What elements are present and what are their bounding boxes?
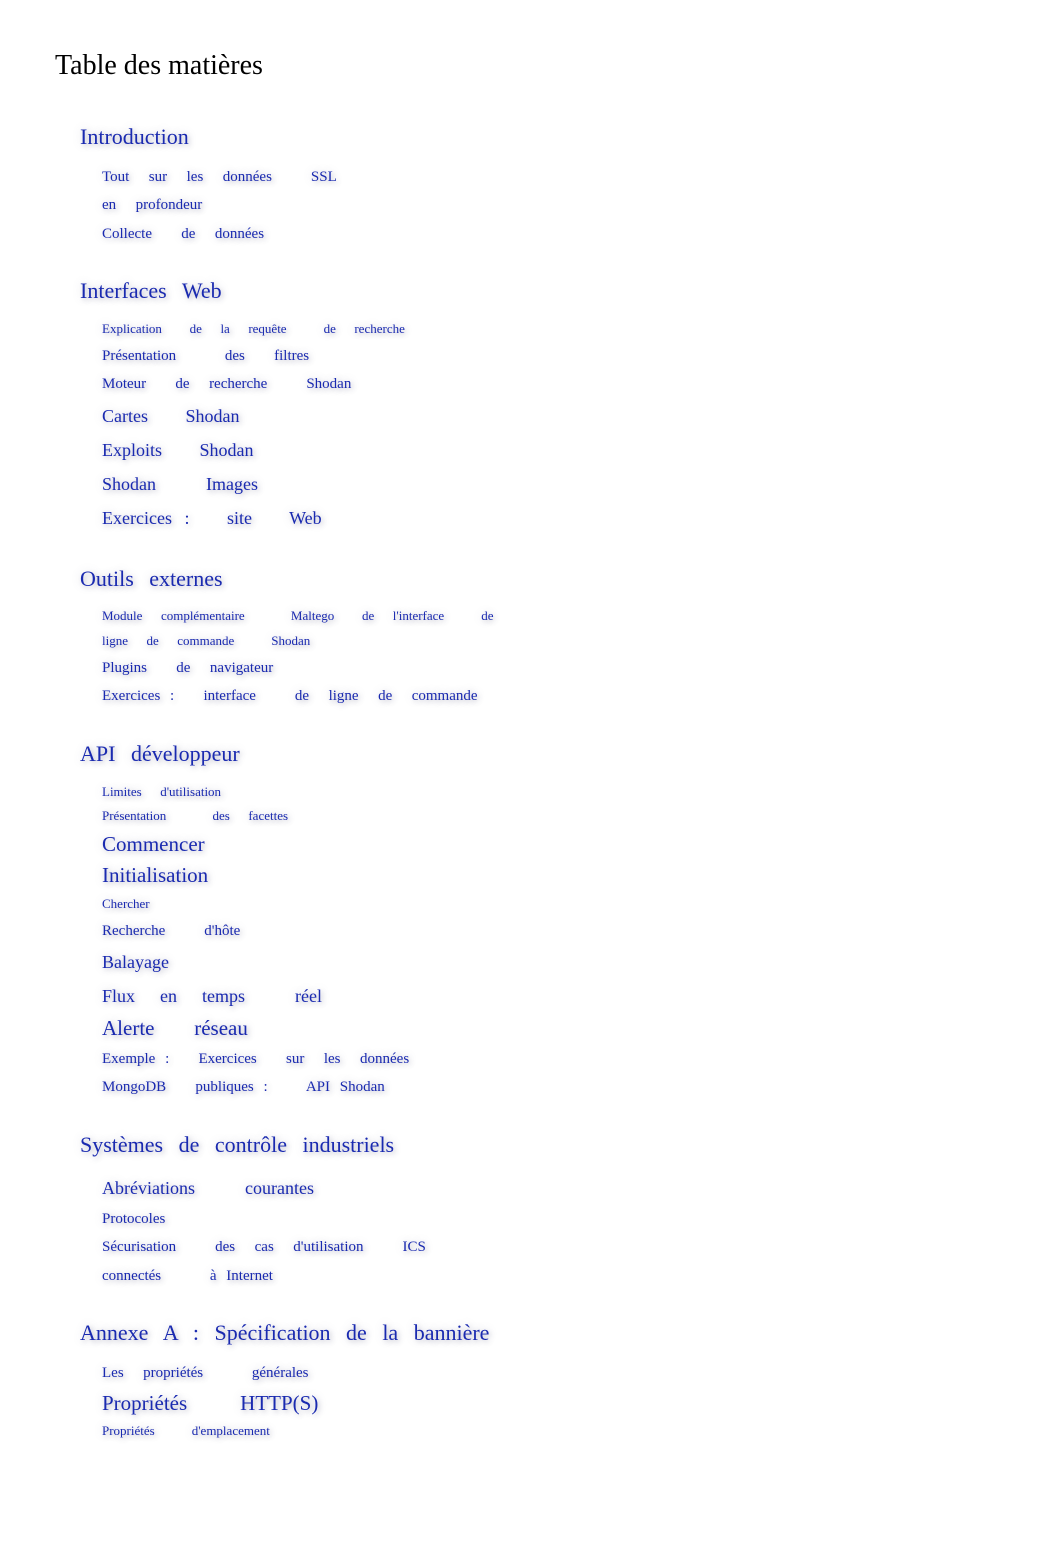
- toc-item[interactable]: Commencer: [102, 829, 205, 861]
- toc-item[interactable]: Exercices : site Web: [102, 501, 322, 535]
- toc-item[interactable]: Exploits Shodan: [102, 433, 254, 467]
- toc-item[interactable]: Présentation des filtres: [102, 342, 309, 371]
- toc-item[interactable]: Balayage: [102, 945, 169, 979]
- toc-item[interactable]: Propriétés HTTP(S): [102, 1388, 318, 1420]
- toc-item[interactable]: Plugins de navigateur: [102, 654, 273, 683]
- toc-section-heading[interactable]: Interfaces Web: [80, 276, 222, 307]
- toc-item[interactable]: Shodan Images: [102, 467, 258, 501]
- toc-item[interactable]: Cartes Shodan: [102, 399, 239, 433]
- toc-item[interactable]: Sécurisation des cas d'utilisation ICS: [102, 1233, 426, 1262]
- toc-item[interactable]: Protocoles: [102, 1205, 165, 1234]
- toc-item[interactable]: Flux en temps réel: [102, 979, 322, 1013]
- toc-item[interactable]: Moteur de recherche Shodan: [102, 370, 351, 399]
- toc-item[interactable]: Collecte de données: [102, 220, 264, 249]
- toc-item[interactable]: Présentation des facettes: [102, 804, 288, 829]
- toc-section-heading[interactable]: Introduction: [80, 122, 189, 153]
- toc-item[interactable]: Chercher: [102, 892, 150, 917]
- toc-item[interactable]: Exercices : interface de ligne de comman…: [102, 682, 478, 711]
- toc-item[interactable]: Initialisation: [102, 860, 208, 892]
- toc-item[interactable]: ligne de commande Shodan: [102, 629, 310, 654]
- toc-item[interactable]: en profondeur: [102, 191, 202, 220]
- toc-item[interactable]: Exemple : Exercices sur les données: [102, 1045, 409, 1074]
- page-title: Table des matières: [55, 50, 1007, 82]
- toc-item[interactable]: MongoDB publiques : API Shodan: [102, 1073, 385, 1102]
- table-of-contents: Introduction Tout sur les données SSLen p…: [80, 122, 1007, 1444]
- toc-section-heading[interactable]: Outils externes: [80, 564, 223, 595]
- toc-item[interactable]: Tout sur les données SSL: [102, 163, 337, 192]
- toc-item[interactable]: Propriétés d'emplacement: [102, 1419, 270, 1444]
- toc-section-heading[interactable]: API développeur: [80, 739, 240, 770]
- toc-item[interactable]: Alerte réseau: [102, 1013, 248, 1045]
- toc-item[interactable]: Limites d'utilisation: [102, 780, 221, 805]
- toc-item[interactable]: Les propriétés générales: [102, 1359, 309, 1388]
- toc-section-heading[interactable]: Systèmes de contrôle industriels: [80, 1130, 394, 1161]
- toc-item[interactable]: Explication de la requête de recherche: [102, 317, 405, 342]
- toc-item[interactable]: Recherche d'hôte: [102, 917, 240, 946]
- toc-item[interactable]: Abréviations courantes: [102, 1171, 314, 1205]
- toc-section-heading[interactable]: Annexe A : Spécification de la bannière: [80, 1318, 489, 1349]
- toc-item[interactable]: Module complémentaire Maltego de l'inter…: [102, 604, 493, 629]
- toc-item[interactable]: connectés à Internet: [102, 1262, 273, 1291]
